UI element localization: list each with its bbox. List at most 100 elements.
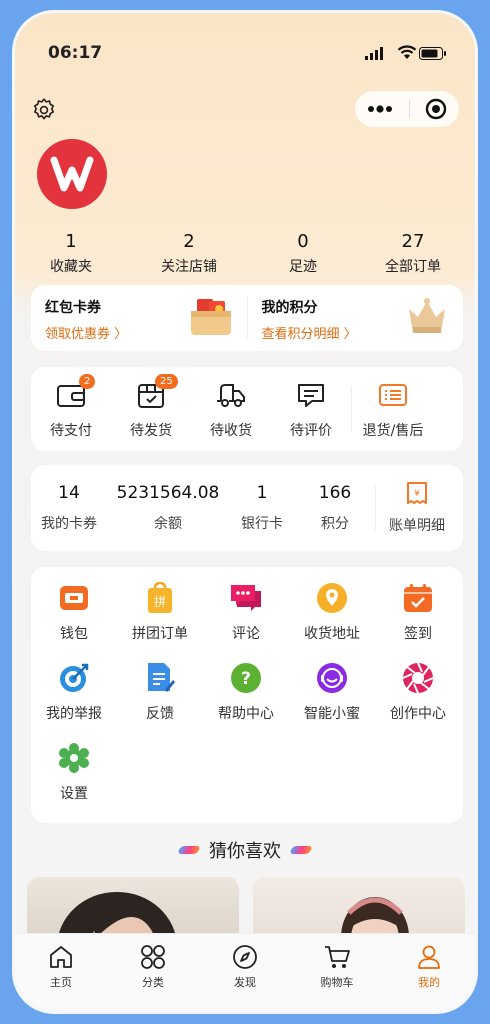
service-group-orders[interactable]: 拼 拼团订单 <box>117 581 203 643</box>
location-icon <box>317 583 347 613</box>
miniprogram-capsule <box>355 91 459 127</box>
order-pending-receipt[interactable]: 待收货 <box>191 378 271 440</box>
status-time: 06:17 <box>48 43 103 63</box>
service-label: 拼团订单 <box>132 626 188 642</box>
coupon-wallet-icon <box>190 299 231 335</box>
battery-icon <box>419 47 446 60</box>
tab-category[interactable]: 分类 <box>107 934 199 1011</box>
help-icon: ? <box>231 663 261 693</box>
stat-followed-stores[interactable]: 2 关注店铺 <box>147 231 231 276</box>
bottom-tab-bar: 主页 分类 发现 购物车 我的 <box>15 933 475 1011</box>
more-icon[interactable] <box>367 105 393 113</box>
guess-you-like-header: 猜你喜欢 <box>15 837 475 863</box>
svg-text:¥: ¥ <box>414 489 420 499</box>
decor-stripe-right <box>289 846 313 854</box>
orders-card: 2 待支付 25 待发货 待收货 待评价 退货/售后 <box>31 367 463 451</box>
wallet-label: 银行卡 <box>241 516 283 532</box>
tab-home[interactable]: 主页 <box>15 934 107 1011</box>
tab-label: 发现 <box>234 976 256 989</box>
order-pending-shipment[interactable]: 25 待发货 <box>111 374 191 440</box>
settings-gear-icon[interactable] <box>31 97 57 123</box>
wifi-icon <box>397 45 417 59</box>
service-smart-assistant[interactable]: 智能小蜜 <box>289 661 375 723</box>
service-label: 评论 <box>232 626 260 642</box>
crown-icon <box>409 298 445 333</box>
wallet-label: 我的卡券 <box>41 516 97 532</box>
wallet-app-icon <box>60 586 88 610</box>
wallet-value: 14 <box>58 483 80 503</box>
service-creator-center[interactable]: 创作中心 <box>375 661 461 723</box>
services-card: 钱包 拼 拼团订单 评论 收货地址 签到 我的举报 反馈 ? 帮助中心 智能小蜜… <box>31 567 463 823</box>
service-label: 智能小蜜 <box>304 706 360 722</box>
service-my-reports[interactable]: 我的举报 <box>31 661 117 723</box>
assistant-icon <box>317 663 347 693</box>
order-label: 待发货 <box>130 423 172 439</box>
service-label: 设置 <box>60 786 88 802</box>
guess-you-like-title: 猜你喜欢 <box>209 841 281 862</box>
avatar[interactable] <box>37 139 107 209</box>
service-address[interactable]: 收货地址 <box>289 581 375 643</box>
stat-favorites[interactable]: 1 收藏夹 <box>29 231 113 276</box>
group-order-icon: 拼 <box>148 582 172 613</box>
svg-text:?: ? <box>241 669 251 689</box>
order-pending-payment[interactable]: 2 待支付 <box>31 374 111 440</box>
feedback-icon <box>148 663 175 692</box>
tab-label: 主页 <box>50 976 72 989</box>
stat-label: 足迹 <box>289 259 317 275</box>
capsule-divider <box>408 100 410 118</box>
order-pending-review[interactable]: 待评价 <box>271 378 351 440</box>
status-bar: 06:17 <box>15 13 475 83</box>
service-label: 我的举报 <box>46 706 102 722</box>
badge-pending-shipment: 25 <box>155 374 178 389</box>
creator-icon <box>402 662 434 694</box>
home-icon <box>50 946 72 968</box>
comment-icon <box>298 384 324 407</box>
settings-icon <box>59 743 89 773</box>
report-icon <box>60 663 89 692</box>
order-label: 待收货 <box>210 423 252 439</box>
cart-icon <box>325 946 350 968</box>
stat-label: 全部订单 <box>385 259 441 275</box>
svg-text:拼: 拼 <box>154 595 166 609</box>
service-reviews[interactable]: 评论 <box>203 581 289 643</box>
wallet-label: 账单明细 <box>389 518 445 534</box>
wallet-bill-detail[interactable]: ¥ 账单明细 <box>376 481 458 535</box>
tab-cart[interactable]: 购物车 <box>291 934 383 1011</box>
close-miniprogram-icon[interactable] <box>425 98 447 120</box>
stat-history[interactable]: 0 足迹 <box>261 231 345 276</box>
checkin-icon <box>404 584 432 612</box>
brand-logo-icon <box>50 156 94 192</box>
wallet-value: 166 <box>318 483 352 503</box>
compass-icon <box>233 945 257 969</box>
service-feedback[interactable]: 反馈 <box>117 661 203 723</box>
service-label: 签到 <box>404 626 432 642</box>
bill-icon: ¥ <box>407 482 427 504</box>
stat-all-orders[interactable]: 27 全部订单 <box>371 231 455 276</box>
stat-value: 2 <box>183 231 195 252</box>
red-packet-coupon-entry[interactable]: 红包卡券 领取优惠券 〉 <box>31 285 247 351</box>
tab-profile[interactable]: 我的 <box>383 934 475 1011</box>
phone-screen: 06:17 1 收藏夹 2 关注店铺 0 足迹 27 全部订单 红包卡券 领取优… <box>12 10 478 1014</box>
stat-value: 0 <box>297 231 309 252</box>
wallet-my-cards[interactable]: 14 我的卡券 <box>31 483 107 533</box>
stat-label: 关注店铺 <box>161 259 217 275</box>
stat-label: 收藏夹 <box>50 259 92 275</box>
wallet-points[interactable]: 166 积分 <box>295 483 375 533</box>
tab-label: 我的 <box>418 976 440 989</box>
decor-stripe-left <box>177 846 201 854</box>
wallet-card: 14 我的卡券 5231564.08 余额 1 银行卡 166 积分 ¥ 账单明… <box>31 465 463 551</box>
return-icon <box>379 384 407 406</box>
service-help-center[interactable]: ? 帮助中心 <box>203 661 289 723</box>
wallet-balance[interactable]: 5231564.08 余额 <box>107 483 229 533</box>
tab-discover[interactable]: 发现 <box>199 934 291 1011</box>
category-icon <box>141 945 165 969</box>
order-label: 退货/售后 <box>362 423 424 439</box>
order-returns[interactable]: 退货/售后 <box>352 378 434 440</box>
wallet-bank-card[interactable]: 1 银行卡 <box>229 483 295 533</box>
service-wallet[interactable]: 钱包 <box>31 581 117 643</box>
points-entry[interactable]: 我的积分 查看积分明细 〉 <box>248 285 464 351</box>
service-checkin[interactable]: 签到 <box>375 581 461 643</box>
service-label: 反馈 <box>146 706 174 722</box>
order-label: 待评价 <box>290 423 332 439</box>
service-settings[interactable]: 设置 <box>31 741 117 803</box>
